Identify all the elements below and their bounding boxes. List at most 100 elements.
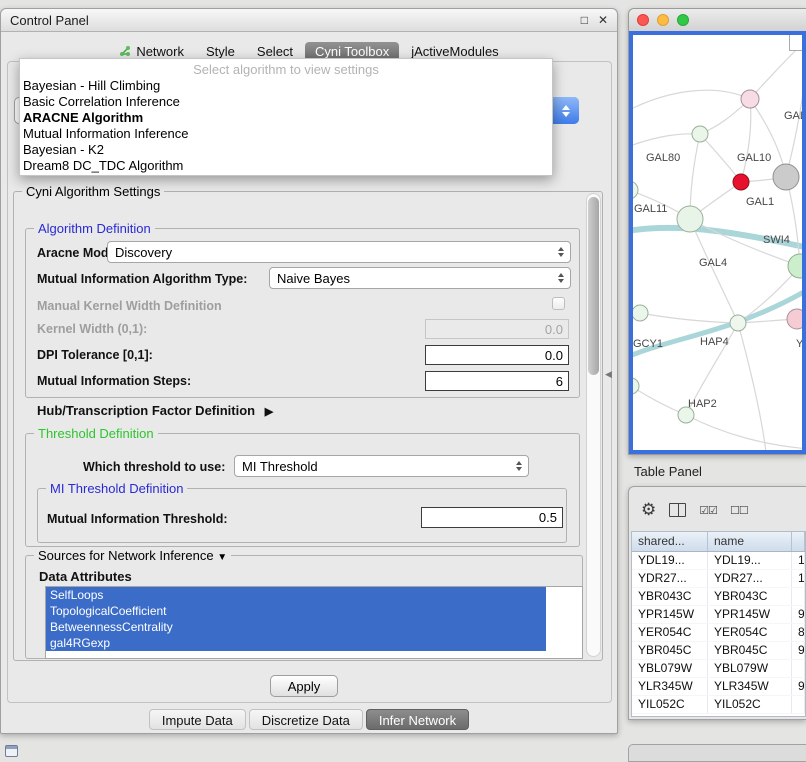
tab-discretize-data-label: Discretize Data: [262, 713, 350, 728]
sources-toggle[interactable]: Sources for Network Inference ▼: [34, 548, 231, 563]
float-window-icon[interactable]: □: [581, 13, 588, 27]
table-row[interactable]: YER054CYER054C8.: [632, 624, 805, 642]
network-svg: GAL80GAL10GAL11GAL1SWI4GAL4GCY1HAP4HAP2G…: [633, 35, 803, 452]
algorithm-option[interactable]: Mutual Information Inference: [20, 126, 552, 142]
network-edge[interactable]: [633, 134, 700, 147]
tab-cyni-toolbox-label: Cyni Toolbox: [315, 44, 389, 59]
kernel-width-label: Kernel Width (0,1):: [37, 322, 147, 336]
network-node[interactable]: [633, 181, 638, 199]
floating-panel-icon[interactable]: [5, 745, 18, 757]
which-threshold-label: Which threshold to use:: [83, 460, 225, 474]
network-node[interactable]: [730, 315, 746, 331]
network-node[interactable]: [733, 174, 749, 190]
network-node[interactable]: [633, 305, 648, 321]
apply-button[interactable]: Apply: [270, 675, 338, 697]
column-header[interactable]: name: [708, 532, 792, 551]
table-cell: YER054C: [708, 624, 792, 641]
network-edge[interactable]: [786, 177, 800, 266]
table-row[interactable]: YDR27...YDR27...12: [632, 570, 805, 588]
network-node[interactable]: [677, 206, 703, 232]
splitter-collapse-icon[interactable]: ◀: [605, 369, 612, 380]
table-panel-title: Table Panel: [634, 464, 702, 479]
attribute-list-item[interactable]: BetweennessCentrality: [46, 619, 546, 635]
mi-type-combobox[interactable]: Naive Bayes: [269, 267, 571, 289]
tab-discretize-data[interactable]: Discretize Data: [249, 709, 363, 730]
table-row[interactable]: YLR345WYLR345W9.: [632, 678, 805, 696]
hub-section-toggle[interactable]: Hub/Transcription Factor Definition ▶: [37, 403, 273, 418]
select-all-icon[interactable]: ☑☑: [699, 504, 717, 517]
algorithm-dropdown-popup: Select algorithm to view settings Bayesi…: [19, 58, 553, 176]
network-node[interactable]: [633, 378, 639, 394]
table-cell: 9.: [792, 642, 805, 659]
data-attributes-label: Data Attributes: [39, 569, 132, 584]
attribute-list-item[interactable]: TopologicalCoefficient: [46, 603, 546, 619]
table-row[interactable]: YBR043CYBR043C: [632, 588, 805, 606]
kernel-width-field[interactable]: 0.0: [425, 319, 569, 339]
threshold-definition-title: Threshold Definition: [34, 426, 158, 441]
cyni-bottom-tabs: Impute Data Discretize Data Infer Networ…: [1, 709, 617, 730]
table-row[interactable]: YBL079WYBL079W: [632, 660, 805, 678]
column-visibility-icon[interactable]: [669, 503, 686, 517]
mi-threshold-field[interactable]: 0.5: [421, 507, 563, 528]
node-table: shared...name YDL19...YDL19...13YDR27...…: [631, 531, 806, 717]
network-edge[interactable]: [633, 90, 750, 111]
table-cell: 13: [792, 552, 805, 569]
table-row[interactable]: YIL052CYIL052C: [632, 696, 805, 714]
settings-group-title: Cyni Algorithm Settings: [22, 184, 164, 199]
table-cell: [792, 660, 805, 677]
control-panel-titlebar: Control Panel □ ✕: [1, 9, 617, 32]
algorithm-option[interactable]: Basic Correlation Inference: [20, 94, 552, 110]
network-node[interactable]: [741, 90, 759, 108]
attribute-list-item[interactable]: gal4RGexp: [46, 635, 546, 651]
network-edge[interactable]: [686, 415, 803, 449]
mi-steps-field[interactable]: 6: [425, 371, 569, 391]
table-row[interactable]: YPR145WYPR145W9.: [632, 606, 805, 624]
which-threshold-combobox[interactable]: MI Threshold: [234, 455, 529, 477]
attribute-list-item[interactable]: SelfLoops: [46, 587, 546, 603]
network-edge[interactable]: [700, 134, 741, 182]
zoom-traffic-light-icon[interactable]: [677, 14, 689, 26]
deselect-all-icon[interactable]: ☐☐: [730, 504, 748, 517]
table-row[interactable]: YBR045CYBR045C9.: [632, 642, 805, 660]
network-edge[interactable]: [750, 47, 799, 99]
algorithm-option[interactable]: ARACNE Algorithm: [20, 110, 552, 126]
chevron-down-icon: ▼: [217, 552, 227, 563]
close-window-icon[interactable]: ✕: [598, 13, 608, 27]
column-header[interactable]: [792, 532, 805, 551]
algorithm-option[interactable]: Bayesian - K2: [20, 142, 552, 158]
dpi-tolerance-field[interactable]: 0.0: [425, 345, 569, 365]
column-header[interactable]: shared...: [632, 532, 708, 551]
table-cell: YIL052C: [708, 696, 792, 713]
manual-kernel-checkbox[interactable]: [552, 297, 565, 310]
close-traffic-light-icon[interactable]: [637, 14, 649, 26]
network-node[interactable]: [773, 164, 799, 190]
gear-icon[interactable]: ⚙: [641, 500, 656, 520]
table-header: shared...name: [632, 532, 805, 552]
network-node[interactable]: [692, 126, 708, 142]
data-attributes-list[interactable]: SelfLoopsTopologicalCoefficientBetweenne…: [45, 586, 583, 659]
tab-infer-network[interactable]: Infer Network: [366, 709, 469, 730]
settings-scrollbar[interactable]: [586, 193, 601, 657]
aracne-mode-value: Discovery: [115, 245, 172, 260]
network-edge[interactable]: [738, 323, 766, 452]
table-cell: YLR345W: [632, 678, 708, 695]
settings-scrollbar-thumb[interactable]: [588, 197, 599, 375]
aracne-mode-combobox[interactable]: Discovery: [107, 241, 571, 263]
minimize-traffic-light-icon[interactable]: [657, 14, 669, 26]
algorithm-option[interactable]: Bayesian - Hill Climbing: [20, 78, 552, 94]
table-row[interactable]: YDL19...YDL19...13: [632, 552, 805, 570]
network-node[interactable]: [788, 254, 803, 278]
algorithm-option[interactable]: Dream8 DC_TDC Algorithm: [20, 158, 552, 174]
dpi-tolerance-label: DPI Tolerance [0,1]:: [37, 348, 153, 362]
network-node[interactable]: [787, 309, 803, 329]
network-edge[interactable]: [640, 313, 738, 323]
network-edge[interactable]: [741, 99, 751, 182]
network-window-titlebar[interactable]: [629, 9, 806, 32]
table-toolbar: ⚙ ☑☑ ☐☐: [641, 495, 748, 525]
network-canvas[interactable]: GAL80GAL10GAL11GAL1SWI4GAL4GCY1HAP4HAP2G…: [629, 31, 806, 454]
network-edge[interactable]: [633, 386, 686, 415]
tab-impute-data[interactable]: Impute Data: [149, 709, 246, 730]
combobox-dropdown-button-icon[interactable]: [553, 97, 579, 124]
algorithm-listbox: Bayesian - Hill ClimbingBasic Correlatio…: [20, 78, 552, 174]
apply-button-label: Apply: [288, 679, 321, 694]
